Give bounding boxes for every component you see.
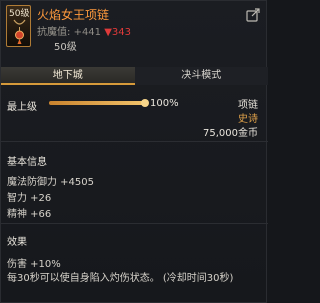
- item-name: 火焰女王项链: [37, 8, 110, 22]
- item-type: 项链: [238, 100, 258, 111]
- required-level: 50级: [54, 42, 77, 53]
- grade-progress-bar: [49, 99, 149, 107]
- stat-line: 抗魔值: +441 ▼343: [37, 23, 131, 38]
- divider: [1, 141, 268, 142]
- tab-duel-mode[interactable]: 决斗模式: [134, 67, 268, 85]
- grade-percent: 100%: [150, 98, 179, 109]
- basic-info-line: 魔法防御力 +4505: [7, 177, 95, 188]
- item-rarity: 史诗: [238, 114, 258, 125]
- share-icon[interactable]: [246, 8, 260, 22]
- stat-down: ▼343: [104, 27, 131, 38]
- effect-line: 每30秒可以使自身陷入灼伤状态。 (冷却时间30秒): [7, 273, 234, 284]
- necklace-icon: [13, 19, 26, 44]
- stat-label: 抗魔值:: [37, 27, 74, 38]
- mode-tabs: 地下城 决斗模式: [1, 67, 268, 85]
- basic-info-line: 精神 +66: [7, 209, 52, 220]
- necklace-item-icon: 50级: [6, 5, 31, 47]
- item-tooltip: 50级 火焰女王项链 抗魔值: +441 ▼343 50级 地下城 决斗模式 最…: [0, 0, 268, 303]
- basic-info-title: 基本信息: [7, 157, 47, 168]
- effect-line: 伤害 +10%: [7, 259, 61, 270]
- item-price: 75,000金币: [203, 128, 258, 139]
- stat-up: +441: [73, 27, 102, 38]
- grade-progress-fill: [49, 101, 145, 105]
- effects-title: 效果: [7, 237, 27, 248]
- tab-dungeon[interactable]: 地下城: [1, 67, 135, 85]
- grade-label: 最上级: [7, 102, 37, 113]
- basic-info-line: 智力 +26: [7, 193, 52, 204]
- divider: [1, 223, 268, 224]
- grade-progress-knob: [141, 99, 149, 107]
